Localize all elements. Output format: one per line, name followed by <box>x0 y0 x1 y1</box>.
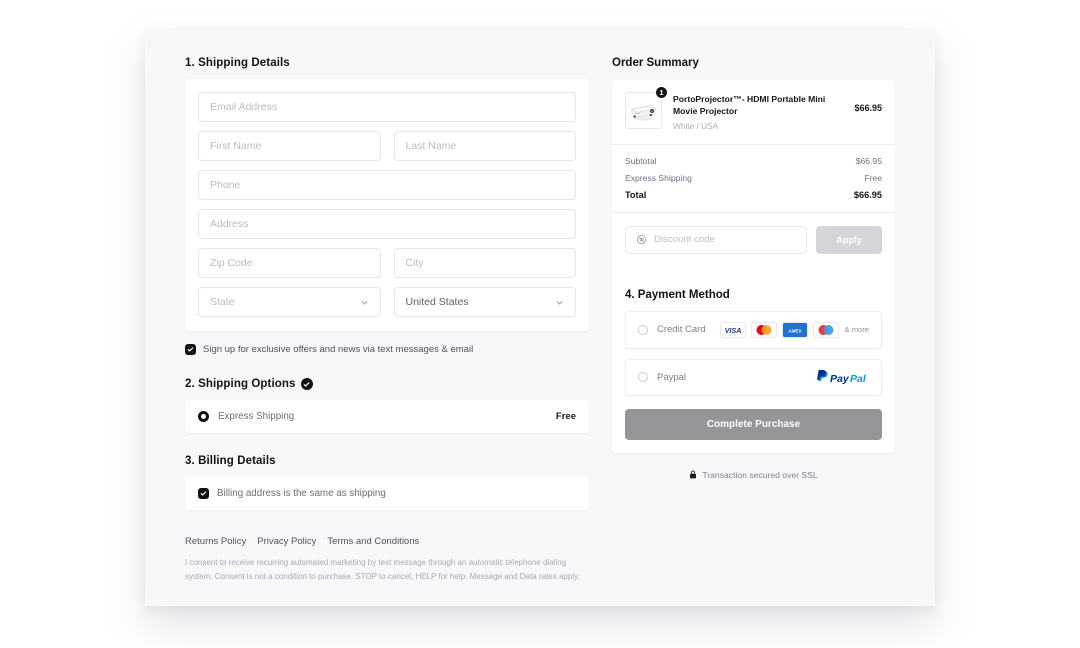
city-field[interactable]: City <box>393 248 576 278</box>
quantity-badge: 1 <box>655 86 668 99</box>
shipping-option-label: Express Shipping <box>218 411 295 422</box>
radio-unselected-icon[interactable] <box>638 324 648 335</box>
subtotal-label: Subtotal <box>625 155 657 166</box>
order-line-item: 1 PortoProjector™- HDMI Portable Mini Mo… <box>612 80 895 145</box>
product-price: $66.95 <box>854 103 882 113</box>
product-name: PortoProjector™- HDMI Portable Mini Movi… <box>673 94 826 117</box>
payment-section: 4. Payment Method Credit Card VISA AMEX … <box>612 289 895 453</box>
marketing-optin-label: Sign up for exclusive offers and news vi… <box>203 344 474 355</box>
mastercard-icon <box>750 321 777 338</box>
svg-text:Pal: Pal <box>850 373 867 385</box>
product-thumbnail-wrap: 1 <box>625 86 668 129</box>
payment-option-paypal-label: Paypal <box>657 371 687 383</box>
ssl-notice: Transaction secured over SSL <box>612 470 895 480</box>
state-select[interactable]: State <box>198 287 381 317</box>
shipping-cost-value: Free <box>864 172 882 183</box>
discount-code-placeholder: Discount code <box>654 234 715 246</box>
svg-text:Pay: Pay <box>830 373 850 385</box>
payment-option-credit-card[interactable]: Credit Card VISA AMEX & more <box>625 310 882 349</box>
shipping-details-title: 1. Shipping Details <box>185 57 290 69</box>
product-variant: White / USA <box>673 120 719 131</box>
consent-text: I consent to receive recurring automated… <box>185 558 580 581</box>
link-privacy-policy[interactable]: Privacy Policy <box>257 536 316 547</box>
payment-option-paypal[interactable]: Paypal Pay Pal <box>625 358 882 396</box>
card-brand-list: VISA AMEX & more <box>719 321 869 338</box>
shipping-options-panel: Express Shipping Free <box>185 400 589 433</box>
first-name-field[interactable]: First Name <box>198 131 381 161</box>
amex-icon: AMEX <box>781 321 808 338</box>
checkout-left-column: 1. Shipping Details Email Address First … <box>185 57 589 584</box>
name-row: First Name Last Name <box>198 131 576 161</box>
grand-total-value: $66.95 <box>853 189 882 200</box>
chevron-down-icon <box>555 298 564 307</box>
email-field[interactable]: Email Address <box>198 92 576 122</box>
projector-icon <box>631 104 657 120</box>
billing-details-heading: 3. Billing Details <box>185 455 589 467</box>
complete-purchase-button[interactable]: Complete Purchase <box>625 408 882 440</box>
checkout-right-column: Order Summary 1 PortoProjector™- HDMI Po… <box>612 57 895 584</box>
check-circle-icon <box>300 378 313 390</box>
chevron-down-icon <box>360 298 369 307</box>
apply-discount-button[interactable]: Apply <box>816 225 882 254</box>
checkbox-checked-icon[interactable] <box>198 488 209 499</box>
billing-details-title: 3. Billing Details <box>185 455 276 467</box>
product-info: PortoProjector™- HDMI Portable Mini Movi… <box>673 92 843 131</box>
email-row: Email Address <box>198 92 576 122</box>
checkout-container: 1. Shipping Details Email Address First … <box>145 30 935 606</box>
lock-icon <box>689 470 697 479</box>
svg-text:AMEX: AMEX <box>788 328 802 333</box>
shipping-options-title: 2. Shipping Options <box>185 378 296 390</box>
shipping-details-heading: 1. Shipping Details <box>185 57 589 69</box>
zip-code-field[interactable]: Zip Code <box>198 248 381 278</box>
svg-text:VISA: VISA <box>724 326 741 335</box>
shipping-options-heading: 2. Shipping Options <box>185 378 589 390</box>
more-cards-label: & more <box>844 325 869 335</box>
marketing-optin-row[interactable]: Sign up for exclusive offers and news vi… <box>185 344 589 355</box>
shipping-cost-row: Express Shipping Free <box>625 173 882 183</box>
checkbox-checked-icon[interactable] <box>185 344 196 355</box>
discount-code-input[interactable]: Discount code <box>625 225 807 254</box>
subtotal-row: Subtotal $66.95 <box>625 156 882 166</box>
discount-tag-icon <box>636 235 647 245</box>
discount-section: Discount code Apply <box>612 213 895 267</box>
checkout-page: 1. Shipping Details Email Address First … <box>0 0 1080 648</box>
visa-icon: VISA <box>719 321 746 338</box>
state-country-row: State United States <box>198 287 576 317</box>
address-field[interactable]: Address <box>198 209 576 239</box>
shipping-form-panel: Email Address First Name Last Name Phone… <box>185 79 589 331</box>
radio-unselected-icon[interactable] <box>638 372 648 383</box>
subtotal-value: $66.95 <box>855 155 882 166</box>
checkout-columns: 1. Shipping Details Email Address First … <box>145 30 935 584</box>
legal-links: Returns Policy Privacy Policy Terms and … <box>185 536 589 547</box>
shipping-cost-label: Express Shipping <box>625 172 692 183</box>
maestro-icon <box>812 321 839 338</box>
phone-row: Phone <box>198 170 576 200</box>
payment-method-title: 4. Payment Method <box>625 288 730 301</box>
address-row: Address <box>198 209 576 239</box>
radio-selected-icon[interactable] <box>198 411 209 422</box>
grand-total-label: Total <box>625 189 647 200</box>
payment-option-credit-card-label: Credit Card <box>657 324 706 336</box>
country-select[interactable]: United States <box>393 287 576 317</box>
country-select-value: United States <box>405 296 469 308</box>
order-totals: Subtotal $66.95 Express Shipping Free To… <box>612 145 895 213</box>
billing-same-as-shipping-row[interactable]: Billing address is the same as shipping <box>185 477 589 510</box>
billing-same-as-shipping-label: Billing address is the same as shipping <box>217 488 386 499</box>
billing-panel: Billing address is the same as shipping <box>185 477 589 510</box>
ssl-notice-text: Transaction secured over SSL <box>702 469 818 480</box>
link-returns-policy[interactable]: Returns Policy <box>185 536 246 547</box>
phone-field[interactable]: Phone <box>198 170 576 200</box>
paypal-logo: Pay Pal <box>817 369 869 385</box>
shipping-option-price: Free <box>555 411 576 422</box>
order-summary-title: Order Summary <box>612 57 699 69</box>
shipping-option-express[interactable]: Express Shipping Free <box>185 400 589 433</box>
legal-section: Returns Policy Privacy Policy Terms and … <box>185 536 589 584</box>
last-name-field[interactable]: Last Name <box>393 131 576 161</box>
grand-total-row: Total $66.95 <box>625 190 882 200</box>
zip-city-row: Zip Code City <box>198 248 576 278</box>
state-select-value: State <box>210 296 235 308</box>
order-summary-panel: 1 PortoProjector™- HDMI Portable Mini Mo… <box>612 80 895 453</box>
link-terms-and-conditions[interactable]: Terms and Conditions <box>327 536 419 547</box>
